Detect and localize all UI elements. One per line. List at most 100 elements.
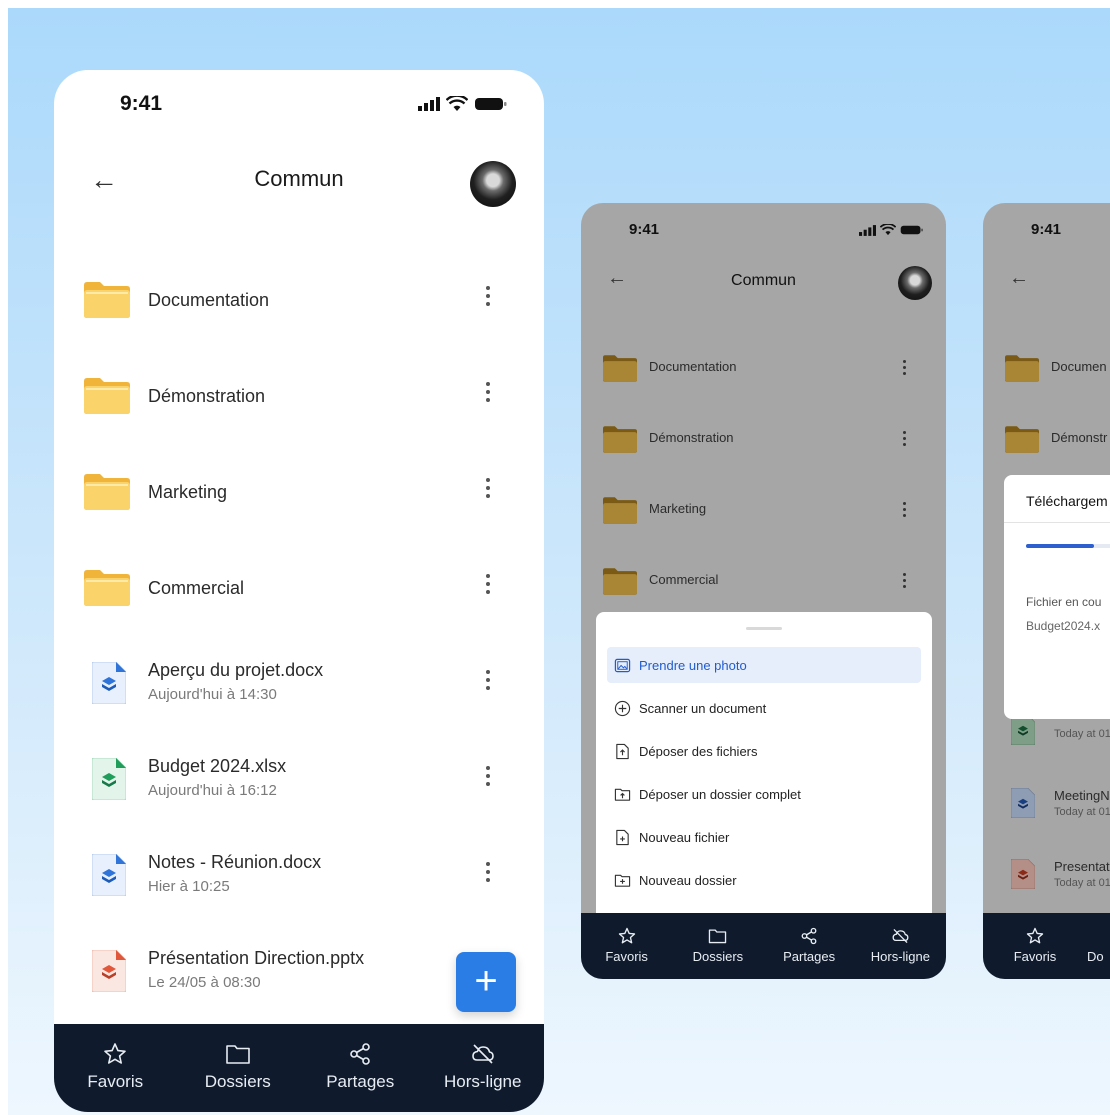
list-item[interactable]: Budget 2024.xlsx Aujourd'hui à 16:12 bbox=[54, 730, 544, 826]
take-photo-option[interactable]: Prendre une photo bbox=[607, 647, 921, 683]
item-date: Hier à 10:25 bbox=[148, 878, 230, 895]
star-icon bbox=[1026, 927, 1044, 944]
nav-partages[interactable]: Partages bbox=[299, 1024, 422, 1112]
nav-favoris[interactable]: Favoris bbox=[983, 913, 1087, 979]
nav-favoris[interactable]: Favoris bbox=[581, 913, 672, 979]
option-label: Prendre une photo bbox=[639, 658, 747, 673]
item-name: Démonstration bbox=[148, 386, 266, 406]
list-item[interactable]: MeetingN Today at 01 bbox=[1011, 784, 1110, 824]
item-name: Démonstr bbox=[1051, 430, 1108, 445]
background: 9:41 ← Commun Documentation Démonstratio… bbox=[8, 8, 1110, 1115]
avatar[interactable] bbox=[898, 266, 932, 300]
wifi-icon bbox=[880, 224, 896, 236]
item-date: Aujourd'hui à 16:12 bbox=[148, 782, 277, 799]
folder-icon bbox=[603, 426, 637, 453]
share-icon bbox=[350, 1043, 371, 1065]
battery-icon bbox=[475, 98, 507, 110]
more-options-icon[interactable] bbox=[486, 286, 490, 310]
status-icons bbox=[418, 96, 508, 112]
more-options-icon[interactable] bbox=[903, 360, 907, 379]
list-item[interactable]: Démonstration bbox=[54, 346, 544, 442]
more-options-icon[interactable] bbox=[486, 862, 490, 886]
new-folder-option[interactable]: Nouveau dossier bbox=[607, 862, 921, 898]
nav-label: Favoris bbox=[87, 1072, 144, 1091]
divider bbox=[1004, 522, 1110, 523]
status-bar: 9:41 bbox=[54, 70, 544, 130]
nav-hors-ligne[interactable]: Hors-ligne bbox=[855, 913, 946, 979]
list-item[interactable]: Aperçu du projet.docx Aujourd'hui à 14:3… bbox=[54, 634, 544, 730]
docx-file-icon bbox=[92, 854, 126, 896]
folder-icon bbox=[84, 570, 130, 606]
docx-file-icon bbox=[92, 662, 126, 704]
nav-dossiers[interactable]: Dossiers bbox=[177, 1024, 300, 1112]
list-item[interactable]: Démonstration bbox=[603, 420, 923, 460]
photo-icon bbox=[614, 658, 631, 673]
item-name: Budget 2024.xlsx bbox=[148, 756, 287, 776]
signal-icon bbox=[859, 224, 876, 236]
file-label: Fichier en cou bbox=[1026, 595, 1102, 609]
list-item[interactable]: Commercial bbox=[54, 538, 544, 634]
list-item[interactable]: Marketing bbox=[54, 442, 544, 538]
nav-dossiers[interactable]: Do bbox=[1087, 913, 1110, 979]
folder-icon bbox=[84, 282, 130, 318]
new-file-option[interactable]: Nouveau fichier bbox=[607, 819, 921, 855]
more-options-icon[interactable] bbox=[486, 670, 490, 694]
list-item[interactable]: Documentation bbox=[54, 250, 544, 346]
cloud-off-icon bbox=[892, 928, 909, 944]
upload-folder-option[interactable]: Déposer un dossier complet bbox=[607, 776, 921, 812]
dialog-title: Téléchargem bbox=[1026, 493, 1108, 509]
progress-track bbox=[1026, 544, 1110, 548]
phone-sheet: 9:41 ← Commun Documentation Démonstratio… bbox=[581, 203, 946, 979]
folder-icon bbox=[603, 568, 637, 595]
more-options-icon[interactable] bbox=[486, 382, 490, 406]
option-label: Nouveau fichier bbox=[639, 830, 730, 845]
folder-icon bbox=[603, 355, 637, 382]
wifi-icon bbox=[446, 96, 468, 111]
folder-icon bbox=[1005, 426, 1039, 453]
more-options-icon[interactable] bbox=[486, 478, 490, 502]
option-label: Nouveau dossier bbox=[639, 873, 737, 888]
star-icon bbox=[104, 1043, 127, 1064]
back-arrow-icon[interactable]: ← bbox=[1009, 267, 1029, 290]
item-name: Presentat bbox=[1054, 859, 1110, 874]
list-item[interactable]: Documentation bbox=[603, 349, 923, 389]
more-options-icon[interactable] bbox=[903, 573, 907, 592]
cloud-off-icon bbox=[471, 1044, 494, 1064]
list-item[interactable]: Commercial bbox=[603, 562, 923, 602]
item-name: Documentation bbox=[148, 290, 270, 310]
page-title: Commun bbox=[731, 272, 796, 289]
more-options-icon[interactable] bbox=[903, 431, 907, 450]
folder-outline-icon bbox=[709, 929, 727, 944]
list-item[interactable]: Presentat Today at 01 bbox=[1011, 855, 1110, 895]
nav-hors-ligne[interactable]: Hors-ligne bbox=[422, 1024, 545, 1112]
plus-circle-icon bbox=[614, 700, 631, 717]
more-options-icon[interactable] bbox=[903, 502, 907, 521]
nav-label: Favoris bbox=[1013, 949, 1057, 964]
upload-files-option[interactable]: Déposer des fichiers bbox=[607, 733, 921, 769]
nav-dossiers[interactable]: Dossiers bbox=[672, 913, 763, 979]
add-button[interactable]: + bbox=[456, 952, 516, 1012]
option-label: Déposer un dossier complet bbox=[639, 787, 801, 802]
more-options-icon[interactable] bbox=[486, 574, 490, 598]
avatar[interactable] bbox=[470, 161, 516, 207]
list-item[interactable]: Documen bbox=[1005, 349, 1110, 389]
scan-document-option[interactable]: Scanner un document bbox=[607, 690, 921, 726]
nav-label: Hors-ligne bbox=[444, 1072, 522, 1091]
list-item[interactable]: Marketing bbox=[603, 491, 923, 531]
nav-favoris[interactable]: Favoris bbox=[54, 1024, 177, 1112]
item-name: Documen bbox=[1051, 359, 1107, 374]
xlsx-file-icon bbox=[92, 758, 126, 800]
item-name: Commercial bbox=[148, 578, 245, 598]
item-name: Présentation Direction.pptx bbox=[148, 948, 365, 968]
item-name: Marketing bbox=[148, 482, 228, 502]
nav-label: Hors-ligne bbox=[870, 949, 930, 964]
list-item[interactable]: Démonstr bbox=[1005, 420, 1110, 460]
sheet-handle[interactable] bbox=[746, 627, 782, 630]
nav-partages[interactable]: Partages bbox=[764, 913, 855, 979]
list-item[interactable]: Notes - Réunion.docx Hier à 10:25 bbox=[54, 826, 544, 922]
list-item[interactable]: Today at 01 bbox=[1011, 713, 1110, 753]
more-options-icon[interactable] bbox=[486, 766, 490, 790]
status-time: 9:41 bbox=[120, 92, 163, 115]
nav-label: Favoris bbox=[605, 949, 648, 964]
folder-icon bbox=[84, 378, 130, 414]
